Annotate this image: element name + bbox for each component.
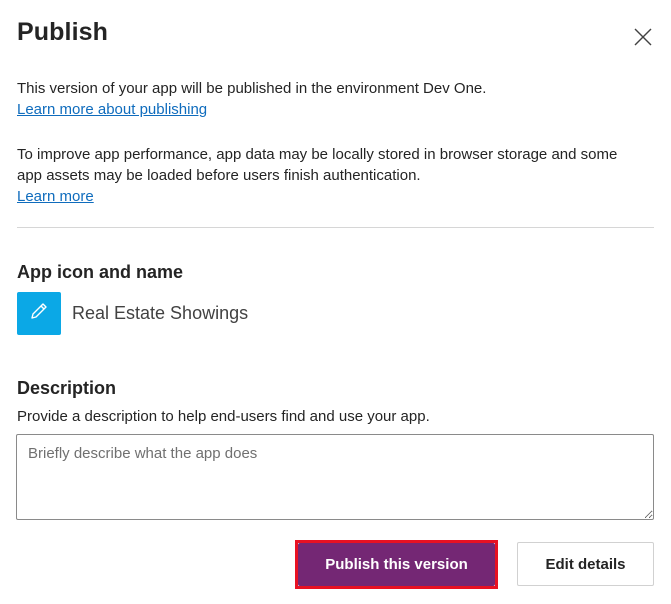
edit-details-button[interactable]: Edit details	[517, 542, 654, 586]
description-heading: Description	[17, 378, 117, 398]
description-textarea[interactable]	[16, 434, 654, 520]
close-button[interactable]	[627, 22, 659, 54]
divider	[17, 227, 654, 228]
dialog-title: Publish	[17, 18, 108, 46]
app-icon[interactable]	[17, 292, 61, 335]
description-help-text: Provide a description to help end-users …	[17, 408, 430, 425]
performance-info-text: To improve app performance, app data may…	[17, 146, 618, 184]
learn-more-link[interactable]: Learn more	[17, 188, 94, 205]
performance-info: To improve app performance, app data may…	[17, 144, 629, 207]
app-name: Real Estate Showings	[72, 303, 249, 323]
description-field-wrapper	[16, 434, 654, 520]
close-icon	[634, 28, 652, 49]
publish-info: This version of your app will be publish…	[17, 78, 647, 120]
publish-info-text: This version of your app will be publish…	[17, 80, 487, 97]
pencil-icon	[29, 301, 49, 326]
publish-this-version-button[interactable]: Publish this version	[298, 543, 495, 586]
publish-dialog: Publish This version of your app will be…	[0, 0, 671, 604]
learn-more-publishing-link[interactable]: Learn more about publishing	[17, 101, 207, 118]
app-icon-name-heading: App icon and name	[17, 262, 184, 282]
